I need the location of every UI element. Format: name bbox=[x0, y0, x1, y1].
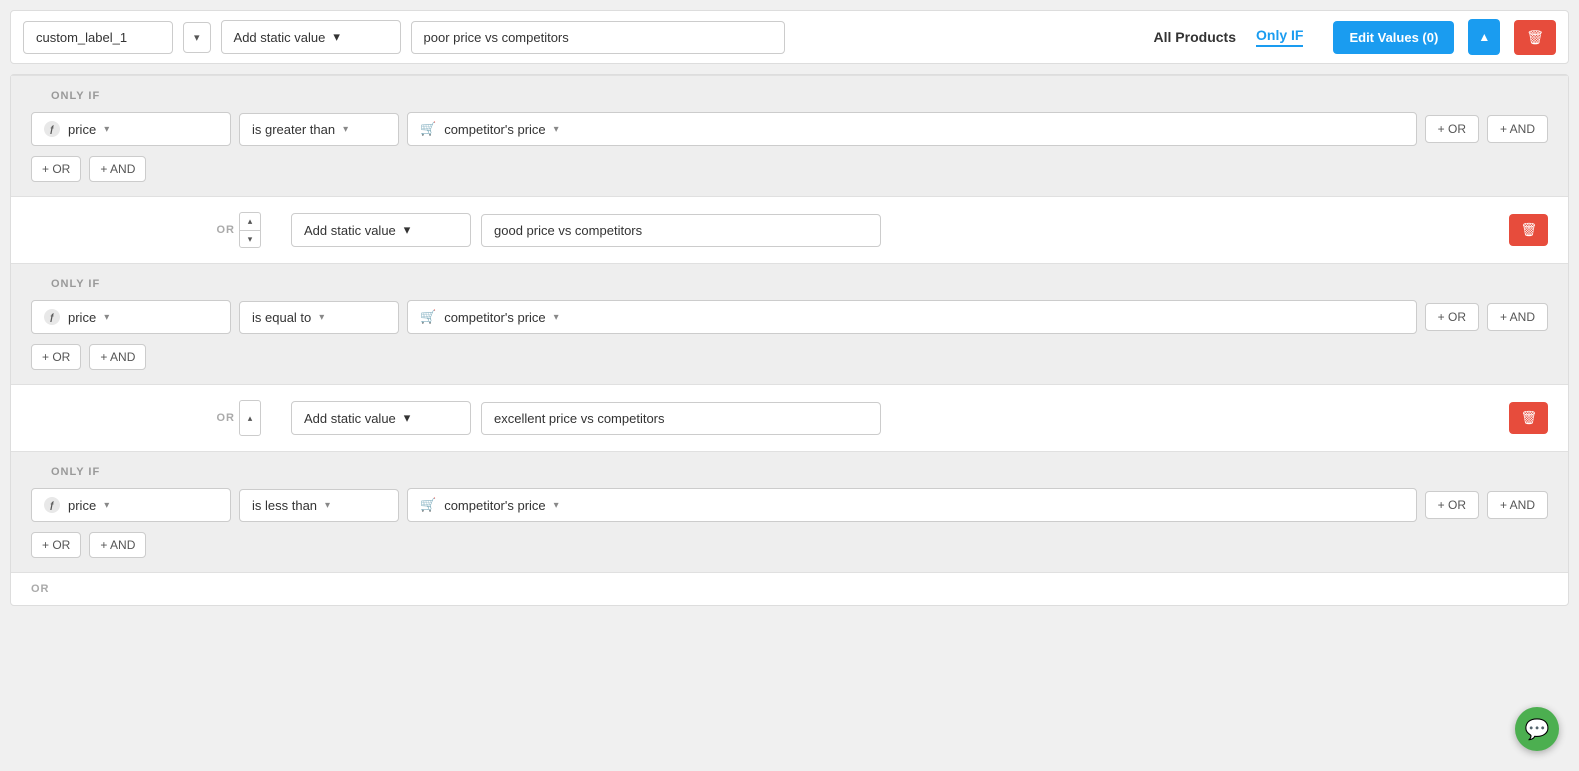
move-down-1[interactable]: ▾ bbox=[239, 230, 261, 248]
rule1-price-arrow-icon: ▾ bbox=[104, 124, 109, 135]
or-label-2: OR bbox=[217, 412, 236, 424]
page-wrapper: custom_label_1 ▾ Add static value ▾ All … bbox=[0, 0, 1579, 771]
rule1-cart-icon: 🛒 bbox=[420, 121, 436, 137]
rule2-condition-arrow-icon: ▾ bbox=[319, 312, 324, 323]
custom-label-dropdown[interactable]: ▾ bbox=[183, 22, 211, 53]
rule3-competitor-arrow-icon: ▾ bbox=[554, 500, 559, 511]
rule3-value-section: Add static value ▾ 🗑 bbox=[271, 385, 1568, 451]
rule2-competitor-arrow-icon: ▾ bbox=[554, 312, 559, 323]
rule3-conditions-row: ƒ price ▾ is less than ▾ 🛒 competitor's … bbox=[31, 488, 1548, 522]
rule1-price-label: price bbox=[68, 122, 96, 137]
rule2-f-icon: ƒ bbox=[44, 309, 60, 325]
edit-values-button[interactable]: Edit Values (0) bbox=[1333, 21, 1454, 54]
rule2-condition-label: is equal to bbox=[252, 310, 311, 325]
rule2-conditions-row: ƒ price ▾ is equal to ▾ 🛒 competitor's p… bbox=[31, 300, 1548, 334]
tab-only-if[interactable]: Only IF bbox=[1256, 27, 1303, 47]
rule3-static-value-select[interactable]: Add static value ▾ bbox=[291, 401, 471, 435]
reorder-button[interactable]: ▲ bbox=[1468, 19, 1500, 55]
delete-rule2-button[interactable]: 🗑 bbox=[1509, 214, 1548, 246]
rule2-bottom-and-button[interactable]: + AND bbox=[89, 344, 146, 370]
rule3-condition-select[interactable]: is less than ▾ bbox=[239, 489, 399, 522]
rule2-only-if-label: ONLY IF bbox=[51, 278, 1548, 290]
rule1-condition-arrow-icon: ▾ bbox=[343, 124, 348, 135]
rule2-competitor-label: competitor's price bbox=[444, 310, 545, 325]
top-bar: custom_label_1 ▾ Add static value ▾ All … bbox=[10, 10, 1569, 64]
rule3-bottom-and-button[interactable]: + AND bbox=[89, 532, 146, 558]
rule1-bottom-and-button[interactable]: + AND bbox=[89, 156, 146, 182]
rule2-and-button[interactable]: + AND bbox=[1487, 303, 1548, 331]
up-arrow-icon: ▲ bbox=[1478, 31, 1490, 43]
rule3-condition-arrow-icon: ▾ bbox=[325, 500, 330, 511]
rule3-condition-label: is less than bbox=[252, 498, 317, 513]
rule1-bottom-or-button[interactable]: + OR bbox=[31, 156, 81, 182]
rule2-cart-icon: 🛒 bbox=[420, 309, 436, 325]
rule2-price-label: price bbox=[68, 310, 96, 325]
tab-all-products[interactable]: All Products bbox=[1154, 29, 1236, 45]
rule2-value-input[interactable] bbox=[481, 214, 881, 247]
or-divider-2: OR ▴ Add static value ▾ 🗑 bbox=[11, 384, 1568, 451]
rule1-only-if-section: ONLY IF ƒ price ▾ is greater than ▾ 🛒 co… bbox=[11, 75, 1568, 196]
rule1-or-button[interactable]: + OR bbox=[1425, 115, 1479, 143]
rule3-only-if-section: ONLY IF ƒ price ▾ is less than ▾ 🛒 compe… bbox=[11, 451, 1568, 572]
rule2-only-if-section: ONLY IF ƒ price ▾ is equal to ▾ 🛒 compet… bbox=[11, 263, 1568, 384]
rule3-price-select[interactable]: ƒ price ▾ bbox=[31, 488, 231, 522]
rule3-value-input[interactable] bbox=[481, 402, 881, 435]
rule3-static-arrow-icon: ▾ bbox=[404, 410, 411, 426]
rule2-condition-select[interactable]: is equal to ▾ bbox=[239, 301, 399, 334]
rule1-competitor-select[interactable]: 🛒 competitor's price ▾ bbox=[407, 112, 1417, 146]
rule3-price-arrow-icon: ▾ bbox=[104, 500, 109, 511]
or-connector-2: OR ▴ bbox=[11, 385, 271, 451]
tab-group: All Products Only IF bbox=[1154, 27, 1304, 47]
or-connector-1: OR ▴ ▾ bbox=[11, 197, 271, 263]
move-up-1[interactable]: ▴ bbox=[239, 212, 261, 230]
static-value-select[interactable]: Add static value ▾ bbox=[221, 20, 401, 54]
rule2-bottom-or-button[interactable]: + OR bbox=[31, 344, 81, 370]
rule1-price-select[interactable]: ƒ price ▾ bbox=[31, 112, 231, 146]
rule1-competitor-label: competitor's price bbox=[444, 122, 545, 137]
rule1-value-input[interactable] bbox=[411, 21, 786, 54]
rule3-only-if-label: ONLY IF bbox=[51, 466, 1548, 478]
move-up-2[interactable]: ▴ bbox=[239, 400, 261, 436]
rule1-condition-select[interactable]: is greater than ▾ bbox=[239, 113, 399, 146]
rule3-value-row: Add static value ▾ 🗑 bbox=[291, 401, 1548, 435]
chat-icon: 💬 bbox=[1525, 717, 1550, 742]
rule1-only-if-label: ONLY IF bbox=[51, 90, 1548, 102]
rule2-value-section: Add static value ▾ 🗑 bbox=[271, 197, 1568, 263]
rule2-static-value-select[interactable]: Add static value ▾ bbox=[291, 213, 471, 247]
rule3-price-label: price bbox=[68, 498, 96, 513]
trash-icon: 🗑 bbox=[1526, 29, 1544, 45]
rule1-and-button[interactable]: + AND bbox=[1487, 115, 1548, 143]
or-label-3: OR bbox=[31, 583, 50, 595]
rule3-bottom-or-button[interactable]: + OR bbox=[31, 532, 81, 558]
rules-container: ONLY IF ƒ price ▾ is greater than ▾ 🛒 co… bbox=[10, 74, 1569, 606]
rule1-competitor-arrow-icon: ▾ bbox=[554, 124, 559, 135]
rule2-static-arrow-icon: ▾ bbox=[404, 222, 411, 238]
rule2-value-row: Add static value ▾ 🗑 bbox=[291, 213, 1548, 247]
rule3-competitor-label: competitor's price bbox=[444, 498, 545, 513]
rule2-price-arrow-icon: ▾ bbox=[104, 312, 109, 323]
rule3-or-button[interactable]: + OR bbox=[1425, 491, 1479, 519]
rule1-f-icon: ƒ bbox=[44, 121, 60, 137]
rule2-price-select[interactable]: ƒ price ▾ bbox=[31, 300, 231, 334]
or-divider-3: OR bbox=[11, 572, 1568, 605]
rule3-competitor-select[interactable]: 🛒 competitor's price ▾ bbox=[407, 488, 1417, 522]
reorder-controls-2: ▴ bbox=[239, 400, 261, 436]
delete-rule3-button[interactable]: 🗑 bbox=[1509, 402, 1548, 434]
rule2-or-button[interactable]: + OR bbox=[1425, 303, 1479, 331]
delete-rule-button[interactable]: 🗑 bbox=[1514, 20, 1556, 55]
custom-label-field: custom_label_1 bbox=[23, 21, 173, 54]
rule3-cart-icon: 🛒 bbox=[420, 497, 436, 513]
rule1-condition-label: is greater than bbox=[252, 122, 335, 137]
rule3-and-button[interactable]: + AND bbox=[1487, 491, 1548, 519]
static-value-arrow-icon: ▾ bbox=[333, 29, 340, 45]
rule2-trash-icon: 🗑 bbox=[1520, 222, 1537, 237]
rule3-trash-icon: 🗑 bbox=[1520, 410, 1537, 425]
rule2-competitor-select[interactable]: 🛒 competitor's price ▾ bbox=[407, 300, 1417, 334]
or-divider-1: OR ▴ ▾ Add static value ▾ 🗑 bbox=[11, 196, 1568, 263]
rule3-f-icon: ƒ bbox=[44, 497, 60, 513]
or-label-1: OR bbox=[217, 224, 236, 236]
chat-bubble-button[interactable]: 💬 bbox=[1515, 707, 1559, 751]
reorder-controls-1: ▴ ▾ bbox=[239, 212, 261, 248]
rule1-conditions-row: ƒ price ▾ is greater than ▾ 🛒 competitor… bbox=[31, 112, 1548, 146]
